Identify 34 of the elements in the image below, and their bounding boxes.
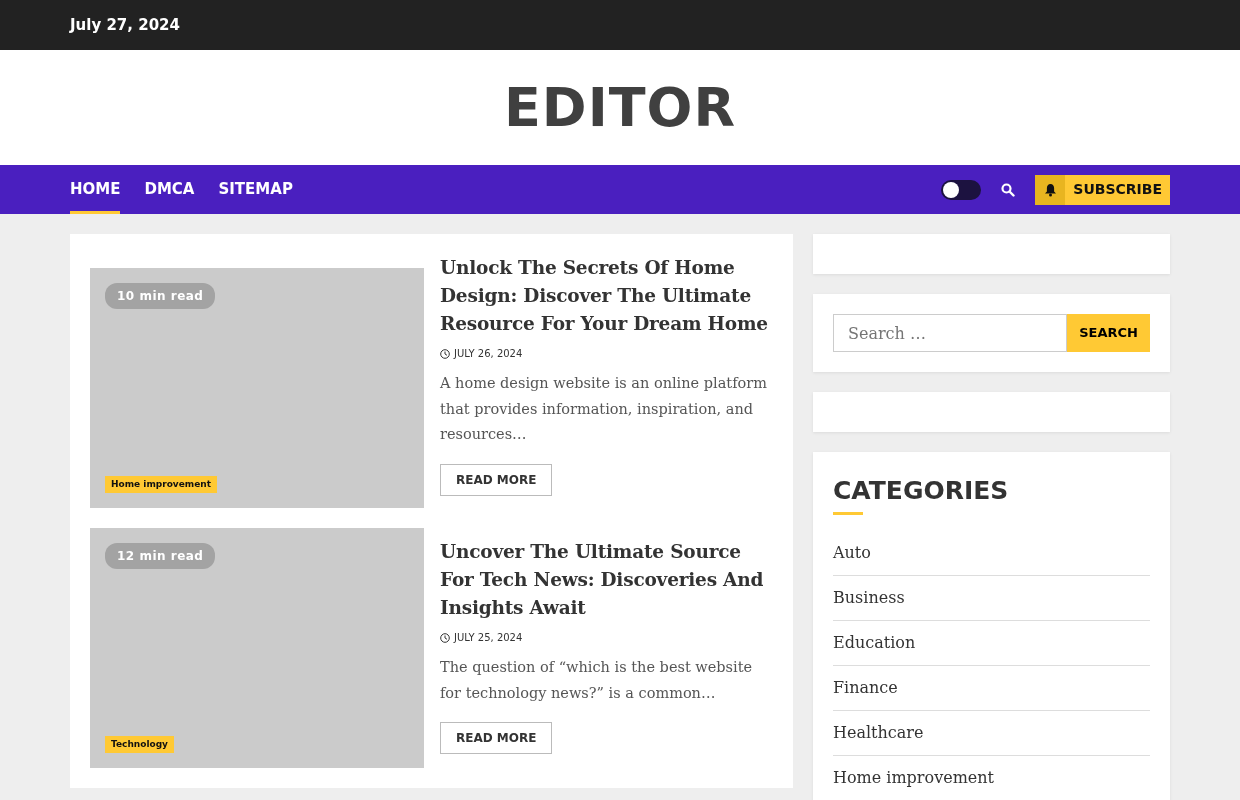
image-placeholder[interactable]: 10 min read Home improvement — [90, 268, 424, 508]
post-excerpt: A home design website is an online platform that provides information, inspiration, and resources… — [440, 374, 768, 444]
widget-title: CATEGORIES — [833, 475, 1010, 507]
date-text: July 27, 2024 — [70, 14, 180, 36]
category-link[interactable]: Business — [833, 575, 1150, 621]
search-icon[interactable] — [1001, 182, 1016, 197]
read-more-button[interactable]: READ MORE — [440, 722, 553, 754]
post-title[interactable]: Uncover The Ultimate Source For Tech News: Discoveries And Insights Await — [440, 538, 773, 622]
post-title[interactable]: Unlock The Secrets Of Home Design: Discover The Ultimate Resource For Your Dream Home — [440, 254, 773, 338]
post-date: JULY 25, 2024 — [454, 631, 523, 645]
category-link[interactable]: Home improvement — [833, 755, 1150, 800]
nav-link[interactable]: HOME — [70, 165, 121, 214]
read-more-button[interactable]: READ MORE — [440, 463, 553, 496]
category-tag[interactable]: Home improvement — [105, 475, 218, 493]
nav-link[interactable]: SITEMAP — [218, 165, 293, 214]
search-button[interactable]: SEARCH — [1067, 314, 1150, 352]
nav-link[interactable]: DMCA — [144, 165, 195, 214]
category-link[interactable]: Auto — [833, 530, 1150, 576]
image-placeholder[interactable]: 12 min read Technology — [90, 528, 424, 768]
category-link[interactable]: Education — [833, 620, 1150, 666]
bell-icon — [1043, 182, 1057, 197]
site-title[interactable]: EDITOR — [503, 67, 737, 148]
clock-icon — [440, 348, 450, 359]
read-time-badge: 10 min read — [105, 283, 216, 309]
search-field[interactable]: Search … — [833, 314, 1068, 352]
post-excerpt: The question of “which is the best website for technology news?” is a common… — [440, 658, 754, 703]
category-link[interactable]: Healthcare — [833, 710, 1150, 756]
category-tag[interactable]: Technology — [105, 735, 174, 753]
post-date: JULY 26, 2024 — [454, 347, 523, 361]
subscribe-button[interactable]: SUBSCRIBE — [1035, 174, 1170, 205]
theme-toggle[interactable] — [941, 179, 982, 200]
clock-icon — [440, 632, 450, 643]
read-time-badge: 12 min read — [105, 543, 216, 569]
category-link[interactable]: Finance — [833, 665, 1150, 711]
